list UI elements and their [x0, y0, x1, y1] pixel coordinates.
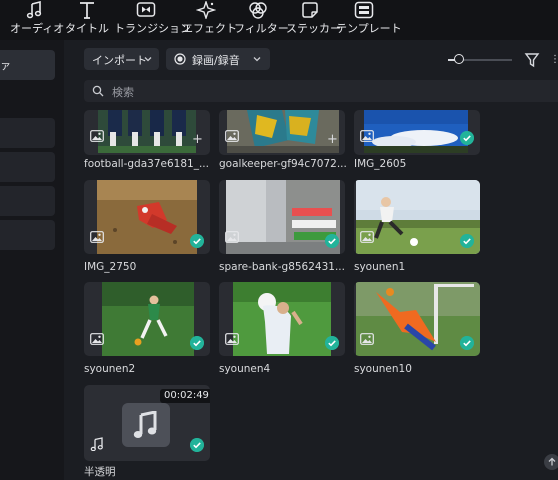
- toolbar-transition-label: トランジション: [114, 22, 191, 35]
- media-name: syounen10: [354, 363, 412, 375]
- search-icon: [92, 85, 104, 97]
- import-dropdown[interactable]: インポート: [84, 48, 159, 70]
- slider-handle[interactable]: [454, 54, 464, 64]
- image-type-icon: [360, 130, 374, 142]
- media-card-img2750[interactable]: [84, 180, 210, 254]
- media-card-img2605[interactable]: [354, 110, 480, 155]
- media-name: spare-bank-g8562431...: [219, 261, 345, 273]
- effect-sparkle-icon: [196, 1, 216, 19]
- media-thumbnail: [227, 110, 339, 153]
- left-sidebar: ァ: [0, 40, 64, 480]
- sticker-icon: [302, 2, 318, 18]
- music-note-icon: [26, 1, 42, 19]
- top-toolbar: オーディオ タイトル トランジション エフェクト フィルター ステッカー テンプ…: [0, 0, 558, 40]
- media-thumbnail: [364, 110, 468, 153]
- imported-check-icon: [325, 336, 339, 350]
- audio-artwork: [122, 403, 170, 447]
- media-name: syounen2: [84, 363, 136, 375]
- media-name: syounen4: [219, 363, 271, 375]
- media-card-syounen2[interactable]: [84, 282, 210, 356]
- media-thumbnail: [97, 180, 197, 254]
- template-icon: [354, 1, 374, 19]
- filter-funnel-icon[interactable]: [524, 52, 540, 68]
- imported-check-icon: [325, 234, 339, 248]
- imported-check-icon: [190, 336, 204, 350]
- record-label: 録画/録音: [192, 54, 240, 67]
- media-name: syounen1: [354, 261, 406, 273]
- media-name: 半透明: [84, 466, 116, 478]
- media-panel: インポート 録画/録音 ⋮ 検索 + football-gda37e6181_.…: [72, 40, 558, 480]
- duration-badge: 00:02:49: [160, 389, 210, 403]
- imported-check-icon: [460, 234, 474, 248]
- toolbar-sticker-label: ステッカー: [286, 22, 341, 35]
- imported-check-icon: [460, 131, 474, 145]
- toolbar-audio-label: オーディオ: [10, 22, 65, 35]
- sidebar-item-4[interactable]: [0, 186, 55, 216]
- toolbar-filter-label: フィルター: [234, 22, 289, 35]
- image-type-icon: [225, 333, 239, 345]
- add-to-timeline-icon[interactable]: +: [327, 133, 338, 146]
- media-card-football[interactable]: +: [84, 110, 210, 155]
- search-bar[interactable]: 検索: [84, 80, 558, 102]
- filter-icon: [249, 2, 267, 19]
- scroll-to-top-button[interactable]: [544, 454, 558, 470]
- media-name: IMG_2605: [354, 158, 407, 170]
- imported-check-icon: [190, 438, 204, 452]
- toolbar-filter[interactable]: フィルター: [234, 0, 289, 40]
- image-type-icon: [360, 333, 374, 345]
- media-name: IMG_2750: [84, 261, 137, 273]
- toolbar-transition[interactable]: トランジション: [114, 0, 191, 40]
- image-type-icon: [90, 333, 104, 345]
- toolbar-effect[interactable]: エフェクト: [182, 0, 237, 40]
- media-card-syounen4[interactable]: [219, 282, 345, 356]
- media-thumbnail: [226, 180, 340, 254]
- thumbnail-size-slider[interactable]: [448, 54, 512, 64]
- chevron-down-icon: [253, 57, 261, 62]
- media-name: football-gda37e6181_...: [84, 158, 209, 170]
- transition-icon: [136, 2, 156, 17]
- sidebar-item-label: ァ: [0, 59, 11, 72]
- media-card-syounen10[interactable]: [354, 282, 480, 356]
- image-type-icon: [225, 231, 239, 243]
- arrow-up-icon: [548, 457, 556, 466]
- media-name: goalkeeper-gf94c7072...: [219, 158, 347, 170]
- image-type-icon: [225, 130, 239, 142]
- media-card-spare-bank[interactable]: [219, 180, 345, 254]
- imported-check-icon: [190, 234, 204, 248]
- add-to-timeline-icon[interactable]: +: [192, 133, 203, 146]
- record-dropdown[interactable]: 録画/録音: [166, 48, 270, 70]
- image-type-icon: [360, 231, 374, 243]
- sidebar-item-2[interactable]: [0, 118, 55, 148]
- toolbar-sticker[interactable]: ステッカー: [286, 0, 341, 40]
- audio-type-icon: [90, 437, 103, 451]
- image-type-icon: [90, 231, 104, 243]
- media-thumbnail: [98, 110, 196, 153]
- title-t-icon: [80, 2, 94, 19]
- chevron-down-icon: [144, 57, 152, 62]
- toolbar-template-label: テンプレート: [336, 22, 402, 35]
- media-thumbnail: [102, 282, 194, 356]
- music-note-icon: [133, 411, 157, 438]
- record-icon: [174, 53, 186, 65]
- sidebar-item-3[interactable]: [0, 152, 55, 182]
- toolbar-title[interactable]: タイトル: [64, 0, 110, 40]
- import-label: インポート: [92, 54, 147, 67]
- sidebar-item-5[interactable]: [0, 220, 55, 250]
- toolbar-audio[interactable]: オーディオ: [10, 0, 65, 40]
- media-card-goalkeeper[interactable]: +: [219, 110, 345, 155]
- sidebar-item-media[interactable]: ァ: [0, 50, 55, 80]
- image-type-icon: [90, 130, 104, 142]
- media-thumbnail: [233, 282, 331, 356]
- media-card-audio[interactable]: 00:02:49: [84, 385, 210, 461]
- toolbar-title-label: タイトル: [65, 22, 109, 35]
- more-icon[interactable]: ⋮: [550, 54, 558, 66]
- media-card-syounen1[interactable]: [354, 180, 480, 254]
- toolbar-template[interactable]: テンプレート: [336, 0, 402, 40]
- imported-check-icon: [460, 336, 474, 350]
- toolbar-effect-label: エフェクト: [182, 22, 237, 35]
- search-input[interactable]: 検索: [112, 84, 134, 100]
